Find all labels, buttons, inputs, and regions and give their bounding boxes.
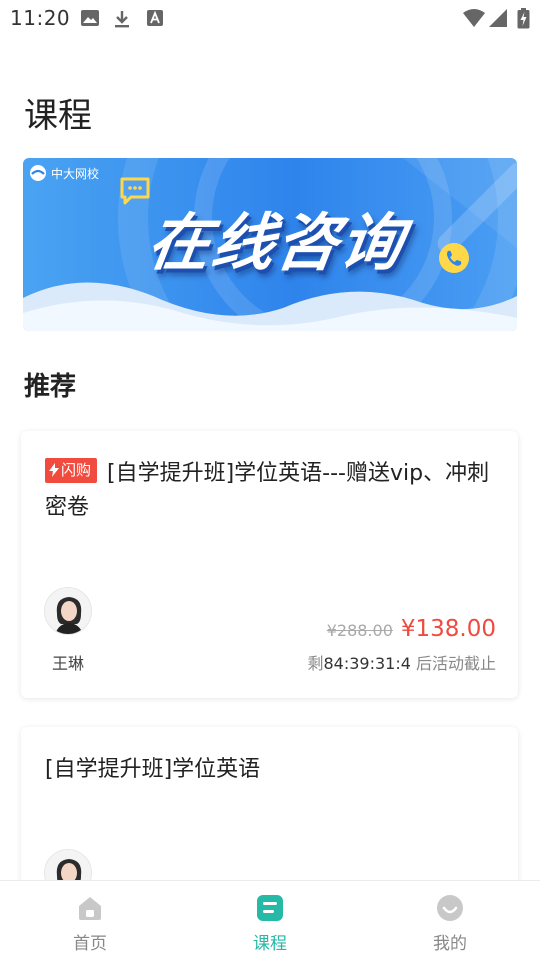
- teacher-avatar: [44, 587, 92, 635]
- original-price: ¥288.00: [326, 621, 393, 640]
- bottom-nav: 首页 课程 我的: [0, 880, 540, 960]
- nav-label-course: 课程: [253, 934, 287, 954]
- section-title-recommend: 推荐: [24, 372, 77, 402]
- image-icon: [80, 9, 100, 31]
- nav-label-profile: 我的: [433, 934, 467, 954]
- course-card[interactable]: 闪购 [自学提升班]学位英语---赠送vip、冲刺密卷 王琳 ¥288.00 ¥…: [21, 431, 518, 698]
- nav-label-home: 首页: [73, 934, 107, 954]
- banner-title: 在线咨询: [143, 206, 410, 279]
- status-time: 11:20: [10, 6, 71, 30]
- countdown-prefix: 剩: [307, 654, 324, 673]
- course-title: [自学提升班]学位英语---赠送vip、冲刺密卷: [45, 461, 490, 520]
- status-bar: 11:20: [0, 0, 540, 36]
- nav-item-home[interactable]: 首页: [0, 881, 180, 960]
- lightning-icon: [49, 463, 59, 477]
- flash-sale-badge: 闪购: [45, 457, 98, 483]
- course-title: [自学提升班]学位英语: [45, 757, 261, 782]
- banner-logo-text: 中大网校: [51, 166, 100, 181]
- download-icon: [112, 9, 132, 33]
- sale-price: ¥138.00: [400, 616, 496, 642]
- course-title-block: 闪购 [自学提升班]学位英语---赠送vip、冲刺密卷: [45, 457, 496, 525]
- nav-item-profile[interactable]: 我的: [360, 881, 540, 960]
- page-title: 课程: [24, 96, 92, 136]
- font-icon: [146, 9, 164, 31]
- wifi-icon: [462, 8, 486, 32]
- signal-icon: [488, 8, 508, 32]
- home-icon: [79, 897, 101, 920]
- teacher-name: 王琳: [52, 654, 85, 673]
- countdown-time: 84:39:31:4: [323, 654, 411, 673]
- countdown-suffix: 后活动截止: [410, 654, 496, 673]
- banner-logo: 中大网校: [29, 164, 99, 182]
- course-icon: [257, 895, 283, 921]
- flash-sale-label: 闪购: [61, 460, 92, 479]
- logo-icon: [30, 165, 46, 181]
- battery-icon: [517, 8, 530, 33]
- countdown-text: 剩84:39:31:4 后活动截止: [307, 650, 496, 674]
- phone-icon: [437, 241, 471, 279]
- chat-bubble-icon: [119, 176, 151, 210]
- profile-icon: [437, 895, 463, 921]
- price-row: ¥288.00 ¥138.00: [327, 616, 496, 642]
- nav-item-course[interactable]: 课程: [180, 881, 360, 960]
- consult-banner[interactable]: 中大网校 在线咨询: [23, 158, 517, 331]
